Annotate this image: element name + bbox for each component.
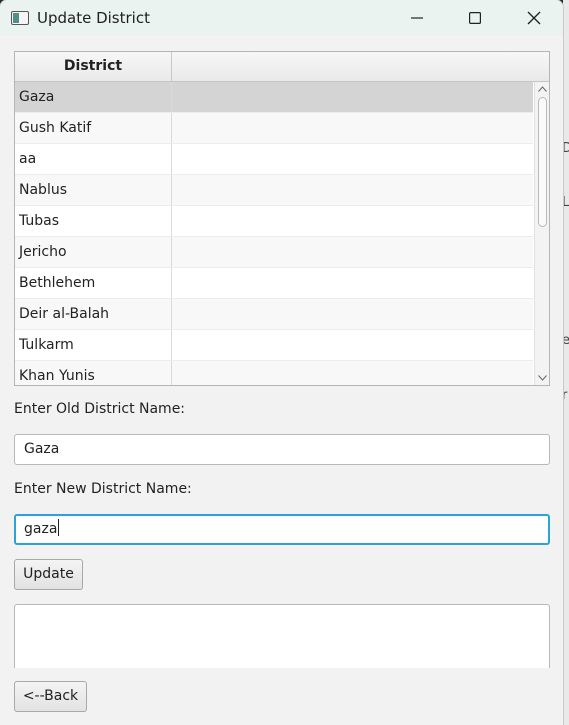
maximize-button[interactable] (446, 0, 504, 36)
column-header-district[interactable]: District (15, 52, 172, 81)
table-vertical-scrollbar[interactable] (534, 82, 549, 385)
background-text-fragment: e (562, 333, 569, 348)
back-button[interactable]: <--Back (14, 681, 87, 712)
table-row[interactable]: aa (15, 144, 533, 175)
district-cell[interactable]: Jericho (15, 237, 172, 267)
district-cell[interactable]: Nablus (15, 175, 172, 205)
close-icon (527, 11, 541, 25)
empty-cell[interactable] (172, 82, 533, 112)
table-body: Gaza Gush Katif aa Nablus Tubas Jericho Bethle… (15, 82, 533, 385)
new-district-input[interactable]: gaza (14, 514, 550, 545)
empty-cell[interactable] (172, 175, 533, 205)
empty-cell[interactable] (172, 206, 533, 236)
table-row[interactable]: Bethlehem (15, 268, 533, 299)
district-cell[interactable]: Tubas (15, 206, 172, 236)
district-cell[interactable]: Bethlehem (15, 268, 172, 298)
minimize-icon (411, 17, 423, 19)
scroll-up-button[interactable] (535, 82, 549, 96)
empty-cell[interactable] (172, 268, 533, 298)
app-window-icon (11, 11, 29, 25)
district-cell[interactable]: Deir al-Balah (15, 299, 172, 329)
scroll-up-icon (538, 86, 547, 92)
district-cell[interactable]: aa (15, 144, 172, 174)
empty-cell[interactable] (172, 299, 533, 329)
background-window (563, 0, 569, 725)
table-header: District (15, 52, 549, 82)
maximize-icon (469, 12, 481, 24)
district-cell[interactable]: Gush Katif (15, 113, 172, 143)
empty-cell[interactable] (172, 361, 533, 385)
table-row[interactable]: Jericho (15, 237, 533, 268)
scrollbar-thumb[interactable] (538, 97, 547, 227)
table-row[interactable]: Gush Katif (15, 113, 533, 144)
table-row[interactable]: Tubas (15, 206, 533, 237)
new-district-label: Enter New District Name: (14, 481, 192, 497)
empty-cell[interactable] (172, 237, 533, 267)
update-district-window: Update District District Gaza Gush Katif a… (0, 0, 563, 725)
close-button[interactable] (505, 0, 563, 36)
table-row[interactable]: Khan Yunis (15, 361, 533, 385)
district-cell[interactable]: Gaza (15, 82, 172, 112)
empty-cell[interactable] (172, 144, 533, 174)
window-title: Update District (37, 9, 150, 27)
table-row[interactable]: Gaza (15, 82, 533, 113)
update-button[interactable]: Update (14, 559, 83, 590)
old-district-input[interactable]: Gaza (14, 434, 550, 465)
empty-cell[interactable] (172, 113, 533, 143)
empty-cell[interactable] (172, 330, 533, 360)
district-cell[interactable]: Khan Yunis (15, 361, 172, 385)
old-district-label: Enter Old District Name: (14, 401, 186, 417)
minimize-button[interactable] (388, 0, 446, 36)
background-text-fragment: D (562, 141, 569, 156)
result-text-area[interactable] (14, 604, 550, 668)
column-header-empty[interactable] (172, 52, 549, 81)
district-table[interactable]: District Gaza Gush Katif aa Nablus Tubas Jeri… (14, 51, 550, 386)
district-cell[interactable]: Tulkarm (15, 330, 172, 360)
table-row[interactable]: Tulkarm (15, 330, 533, 361)
background-text-fragment: L (562, 195, 569, 210)
new-district-value: gaza (24, 521, 58, 537)
title-bar[interactable]: Update District (0, 0, 563, 36)
table-row[interactable]: Deir al-Balah (15, 299, 533, 330)
text-caret (58, 519, 60, 536)
old-district-value: Gaza (24, 441, 60, 457)
scroll-down-icon (538, 375, 547, 381)
table-row[interactable]: Nablus (15, 175, 533, 206)
scroll-down-button[interactable] (535, 371, 549, 385)
